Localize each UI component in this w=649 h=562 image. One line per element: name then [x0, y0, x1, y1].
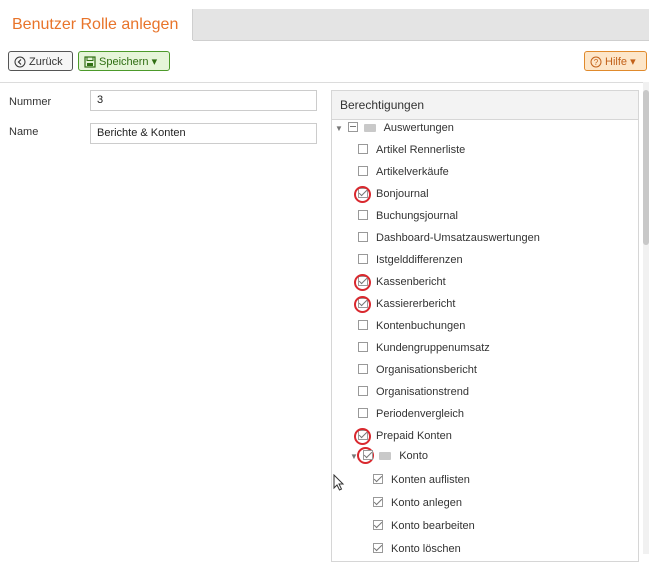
permission-item[interactable]: Istgelddifferenzen: [358, 251, 463, 269]
konto-permission-item[interactable]: Konto bearbeiten: [373, 517, 475, 535]
permission-item[interactable]: Kontenbuchungen: [358, 317, 465, 335]
highlight-circle: [354, 296, 371, 313]
permission-item[interactable]: Periodenvergleich: [358, 405, 464, 423]
mouse-cursor-icon: [333, 474, 345, 491]
folder-icon: [364, 124, 377, 132]
page-title: Benutzer Rolle anlegen: [12, 16, 179, 33]
permission-label: Periodenvergleich: [376, 408, 465, 420]
permission-label: Kontenbuchungen: [376, 320, 466, 332]
tab-bar: Benutzer Rolle anlegen: [0, 0, 649, 41]
permission-label: Organisationstrend: [376, 386, 469, 398]
svg-text:?: ?: [594, 58, 599, 67]
permissions-header: Berechtigungen: [332, 91, 638, 120]
konto-permission-item[interactable]: Konto anlegen: [373, 494, 462, 512]
permission-label: Istgelddifferenzen: [376, 254, 463, 266]
permission-checkbox[interactable]: [358, 386, 368, 396]
permission-item[interactable]: Dashboard-Umsatzauswertungen: [358, 229, 540, 247]
permission-item[interactable]: Organisationstrend: [358, 383, 469, 401]
tab-benutzer-rolle[interactable]: Benutzer Rolle anlegen: [0, 9, 193, 40]
help-button[interactable]: ? Hilfe ▾: [584, 51, 647, 71]
chevron-left-circle-icon: [14, 56, 26, 68]
permission-checkbox[interactable]: [358, 342, 368, 352]
permission-item[interactable]: Artikel Rennerliste: [358, 141, 465, 159]
collapse-arrow-icon[interactable]: ▼: [350, 448, 360, 466]
tristate-checkbox[interactable]: [348, 122, 359, 132]
permission-label: Organisationsbericht: [376, 364, 477, 376]
highlight-circle: [354, 186, 371, 203]
permission-label: Konto löschen: [391, 543, 461, 555]
tree-group-konto[interactable]: ▼ Konto: [350, 447, 428, 465]
permission-label: Buchungsjournal: [376, 210, 458, 222]
name-label: Name: [9, 126, 39, 138]
permission-label: Artikel Rennerliste: [376, 144, 466, 156]
permission-checkbox[interactable]: [358, 408, 368, 418]
tab-bar-filler: [193, 9, 649, 41]
permission-item[interactable]: Kundengruppenumsatz: [358, 339, 490, 357]
permission-label: Dashboard-Umsatzauswertungen: [376, 232, 540, 244]
question-circle-icon: ?: [590, 56, 602, 68]
permission-item[interactable]: Prepaid Konten: [358, 427, 452, 445]
tree-group-auswertungen[interactable]: ▼ Auswertungen: [335, 119, 454, 137]
permission-checkbox[interactable]: [358, 364, 368, 374]
permission-checkbox[interactable]: [358, 232, 368, 242]
permission-label: Kundengruppenumsatz: [376, 342, 490, 354]
konto-permission-item[interactable]: Konto löschen: [373, 540, 461, 558]
permission-label: Konto bearbeiten: [391, 520, 475, 532]
permission-label: Artikelverkäufe: [376, 166, 449, 178]
dropdown-caret-icon: ▾: [151, 56, 158, 68]
konto-group-checkbox[interactable]: [363, 450, 374, 460]
permission-checkbox[interactable]: [358, 210, 368, 220]
permission-checkbox[interactable]: [358, 144, 368, 154]
permission-item[interactable]: Artikelverkäufe: [358, 163, 449, 181]
permission-checkbox[interactable]: [358, 166, 368, 176]
permission-checkbox[interactable]: [373, 497, 383, 507]
permission-checkbox[interactable]: [373, 474, 383, 484]
highlight-circle: [354, 274, 371, 291]
permission-checkbox[interactable]: [358, 320, 368, 330]
permission-label: Konten auflisten: [391, 474, 470, 486]
save-button[interactable]: Speichern ▾: [78, 51, 170, 71]
collapse-arrow-icon[interactable]: ▼: [335, 120, 345, 138]
permission-label: Prepaid Konten: [376, 430, 452, 442]
permission-item[interactable]: Kassiererbericht: [358, 295, 455, 313]
permission-label: Kassiererbericht: [376, 298, 456, 310]
scrollbar[interactable]: [643, 82, 649, 554]
scrollbar-thumb[interactable]: [643, 90, 649, 245]
permission-label: Konto anlegen: [391, 497, 462, 509]
dropdown-caret-icon: ▾: [630, 56, 636, 68]
permission-checkbox[interactable]: [373, 520, 383, 530]
permission-item[interactable]: Organisationsbericht: [358, 361, 477, 379]
folder-icon: [379, 452, 392, 460]
konto-permission-item[interactable]: Konten auflisten: [373, 471, 470, 489]
number-field[interactable]: 3: [90, 90, 317, 111]
name-field[interactable]: Berichte & Konten: [90, 123, 317, 144]
permission-item[interactable]: Kassenbericht: [358, 273, 446, 291]
permission-label: Kassenbericht: [376, 276, 446, 288]
highlight-circle: [354, 428, 371, 445]
permission-label: Bonjournal: [376, 188, 429, 200]
back-button[interactable]: Zurück: [8, 51, 73, 71]
permission-checkbox[interactable]: [373, 543, 383, 553]
permission-checkbox[interactable]: [358, 254, 368, 264]
permission-item[interactable]: Buchungsjournal: [358, 207, 458, 225]
floppy-disk-icon: [84, 56, 96, 68]
number-label: Nummer: [9, 96, 52, 108]
toolbar: Zurück Speichern ▾ ? Hilfe ▾: [0, 40, 649, 83]
